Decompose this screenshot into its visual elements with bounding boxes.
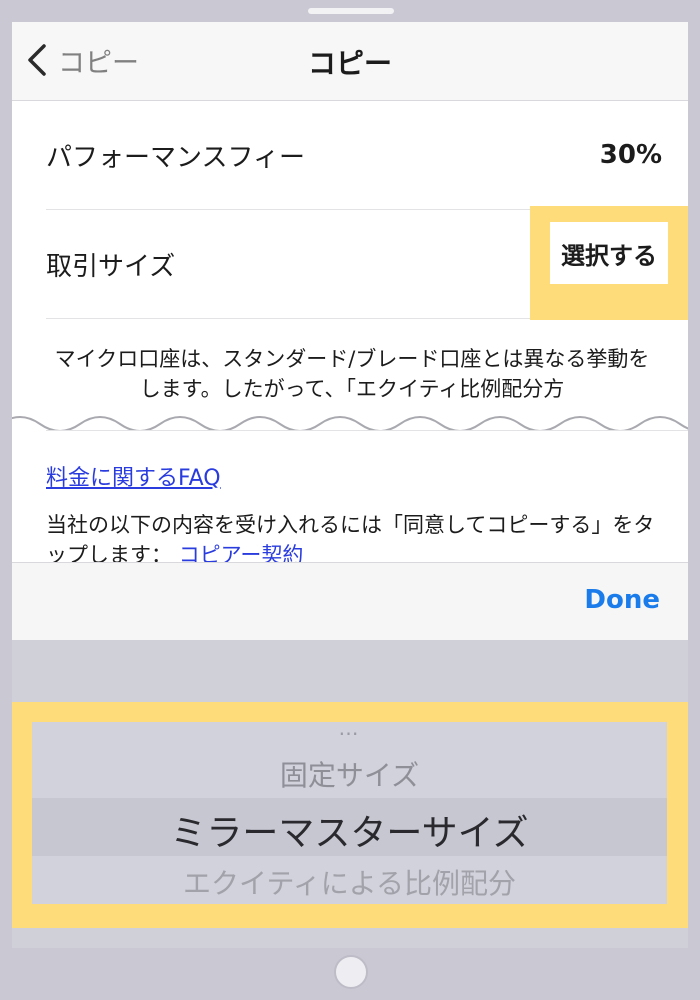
navigation-bar: コピー コピー [12,22,688,101]
picker-option-fixed-size[interactable]: 固定サイズ [32,754,667,794]
performance-fee-label: パフォーマンスフィー [46,142,305,173]
picker-option-mirror-master-size[interactable]: ミラーマスターサイズ [32,804,667,856]
divider [46,430,688,431]
trade-size-row: 取引サイズ 選択する [46,206,688,320]
select-button[interactable]: 選択する [550,222,668,284]
select-highlight: 選択する [530,206,688,320]
picker-toolbar: Done [12,562,688,641]
picker-option-equity-proportional[interactable]: エクイティによる比例配分 [32,862,667,902]
device-frame: コピー コピー パフォーマンスフィー 30% 取引サイズ 選択する マイクロ口座… [0,0,700,1000]
speaker-grille [308,8,394,14]
fees-faq-link[interactable]: 料金に関するFAQ [46,460,221,492]
performance-fee-value: 30% [599,140,662,170]
picker-ellipsis: … [338,722,361,740]
terms-text: 当社の以下の内容を受け入れるには「同意してコピーする」をタップします： コピアー… [46,510,658,570]
picker-area: … 固定サイズ ミラーマスターサイズ エクイティによる比例配分 [12,640,688,948]
done-button[interactable]: Done [584,585,660,615]
screen: コピー コピー パフォーマンスフィー 30% 取引サイズ 選択する マイクロ口座… [12,22,688,948]
trade-size-picker[interactable]: … 固定サイズ ミラーマスターサイズ エクイティによる比例配分 [32,722,667,904]
page-title: コピー [307,47,392,80]
terms-label: 当社の以下の内容を受け入れるには「同意してコピーする」をタップします： [46,513,655,567]
performance-fee-row: パフォーマンスフィー 30% [46,101,688,210]
home-button[interactable] [334,955,368,989]
